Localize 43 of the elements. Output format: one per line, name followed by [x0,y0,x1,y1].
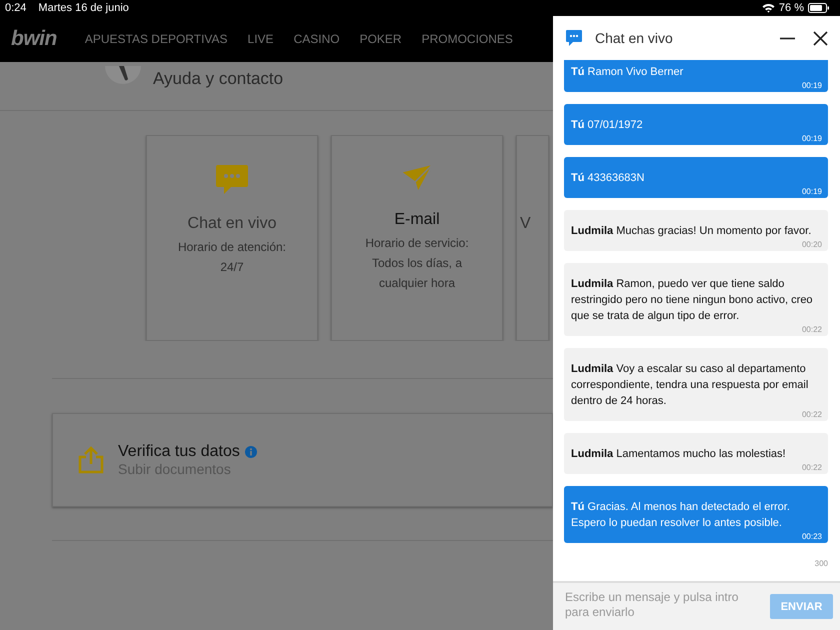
message-time: 00:22 [802,325,822,334]
close-icon[interactable] [813,30,828,46]
wifi-icon [762,3,775,13]
card-title: V [520,215,531,233]
card-text: Horario de servicio: Todos los días, a cualquier hora [364,235,470,292]
message-time: 00:19 [802,134,822,143]
verify-title: Verifica tus datos [118,443,240,461]
character-counter: 300 [814,559,828,569]
status-time: 0:24 [5,2,26,14]
battery-icon [808,3,830,13]
upload-icon [77,446,105,474]
message-time: 00:22 [802,463,822,472]
message-text: Ludmila Muchas gracias! Un momento por favor. [571,224,812,239]
contact-card[interactable]: V [516,135,549,341]
nav-link[interactable]: PROMOCIONES [422,32,513,46]
chat-title: Chat en vivo [595,30,673,46]
status-date: Martes 16 de junio [38,2,129,14]
message-text: Tú 07/01/1972 [571,118,644,133]
logo[interactable]: bwin [11,27,57,51]
page-title: Ayuda y contacto [153,69,284,89]
chat-icon [565,29,583,47]
message-text: Ludmila Ramon, puedo ver que tiene saldo restringido pero no tiene ningun bono activo, creo que se trata de algun tipo de error. [571,277,814,324]
message-text: Ludmila Lamentamos mucho las molestias! [571,447,787,462]
nav-link[interactable]: LIVE [248,32,274,46]
battery-percent: 76 % [778,2,804,14]
nav-link[interactable]: POKER [360,32,402,46]
nav-link[interactable]: CASINO [294,32,340,46]
message-time: 00:23 [802,532,822,541]
card-title: Chat en vivo [188,215,276,233]
message-text: Ludmila Voy a escalar su caso al departamento correspondiente, tendra una respuesta por email dentro de 24 horas. [571,362,810,409]
message-time: 00:22 [802,410,822,419]
contact-card[interactable]: Chat en vivo Horario de atención: 24/7 [146,135,318,341]
message-text: Tú 43363683N [571,171,646,186]
message-time: 00:19 [802,187,822,196]
message-time: 00:20 [802,240,822,249]
nav-link[interactable]: APUESTAS DEPORTIVAS [84,32,228,46]
chat-bubble-icon [215,163,249,197]
message-text: Tú Ramon Vivo Berner [571,65,684,80]
contact-card[interactable]: E-mail Horario de servicio: Todos los días, a cualquier hora [331,135,503,341]
message-text: Tú Gracias. Al menos han detectado el error. Espero lo puedan resolver lo antes posible. [571,500,791,531]
card-title: E-mail [394,211,440,229]
card-text: Horario de atención: 24/7 [176,239,288,276]
message-time: 00:19 [802,81,822,90]
